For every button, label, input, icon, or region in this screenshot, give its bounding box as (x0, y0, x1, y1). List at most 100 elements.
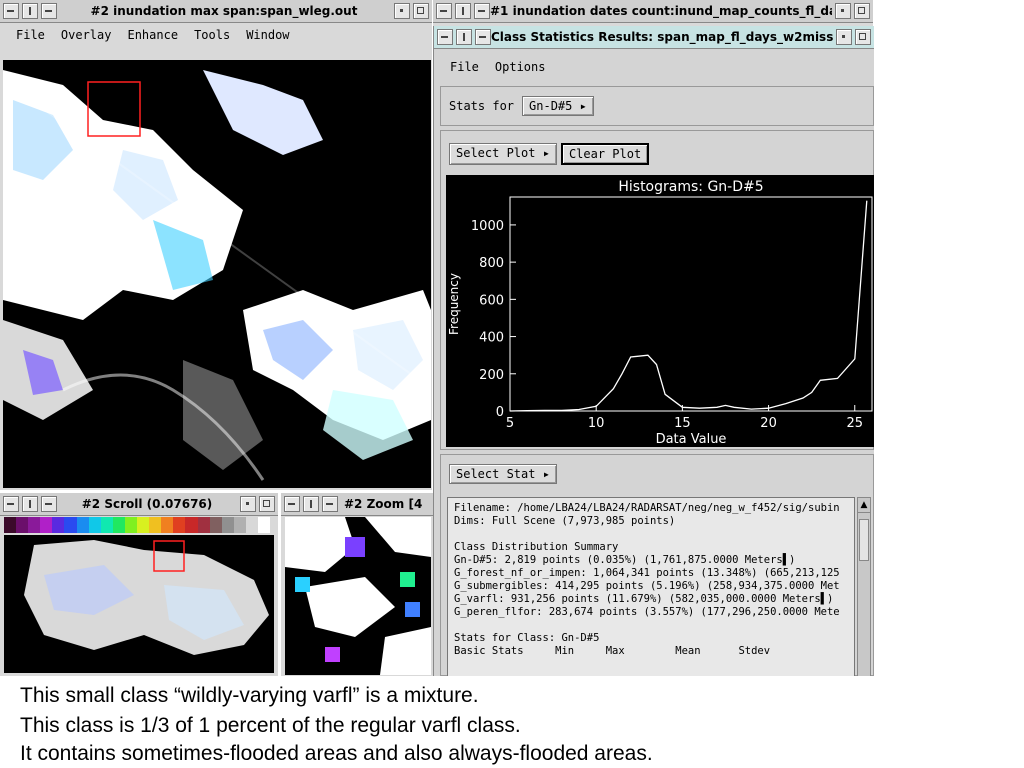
stats-text-line (454, 619, 848, 632)
window-menu-icon[interactable] (437, 29, 453, 45)
inundation-image[interactable] (3, 60, 431, 488)
caret-right-icon: ▸ (535, 467, 550, 481)
chart-title: Histograms: Gn-D#5 (618, 179, 763, 195)
color-legend-swatch (185, 517, 198, 533)
maximize-icon[interactable] (855, 29, 871, 45)
maximize-icon[interactable] (854, 3, 870, 19)
y-axis-label: Frequency (447, 273, 461, 335)
shade-icon[interactable] (41, 496, 57, 512)
pin-icon[interactable] (455, 3, 471, 19)
color-legend-swatch (124, 517, 138, 533)
color-legend-swatch (40, 517, 53, 533)
maximize-icon[interactable] (413, 3, 429, 19)
color-legend-swatch (209, 517, 222, 533)
minimize-icon[interactable] (240, 496, 256, 512)
scroll-overview-image[interactable] (4, 535, 274, 673)
menu-window[interactable]: Window (238, 28, 297, 42)
main-image-window: #2 inundation max span:span_wleg.out Fil… (0, 0, 432, 490)
color-legend-swatch (76, 517, 89, 533)
zoom-titlebar[interactable]: #2 Zoom [4 (281, 493, 433, 516)
window-menu-icon[interactable] (3, 496, 19, 512)
select-stat-label: Select Stat (456, 467, 536, 481)
color-legend-swatch (257, 517, 271, 533)
color-legend-swatch (137, 517, 150, 533)
select-plot-label: Select Plot (456, 146, 536, 160)
minimize-icon[interactable] (835, 3, 851, 19)
menu-enhance[interactable]: Enhance (119, 28, 186, 42)
zoom-image-svg (285, 517, 431, 675)
pin-icon[interactable] (22, 496, 38, 512)
window-title: #2 Scroll (0.07676) (81, 497, 213, 511)
window-menu-icon[interactable] (284, 496, 300, 512)
pin-icon[interactable] (22, 3, 38, 19)
color-legend-swatch (88, 517, 101, 533)
color-legend-swatch (52, 517, 65, 533)
color-legend-swatch (4, 517, 17, 533)
y-tick-label: 600 (479, 293, 504, 308)
y-tick-label: 0 (496, 405, 504, 420)
class-stats-titlebar[interactable]: Class Statistics Results: span_map_fl_da… (434, 26, 874, 49)
dates-image-titlebar[interactable]: #1 inundation dates count:inund_map_coun… (433, 0, 873, 23)
zoom-window: #2 Zoom [4 (281, 493, 433, 676)
stats-text-line: G_submergibles: 414,295 points (5.196%) … (454, 580, 840, 592)
window-menu-icon[interactable] (3, 3, 19, 19)
pin-icon[interactable] (456, 29, 472, 45)
shade-icon[interactable] (474, 3, 490, 19)
x-tick-label: 20 (760, 416, 777, 431)
zoom-image[interactable] (285, 517, 431, 675)
caption-line-2: This class is 1/3 of 1 percent of the re… (20, 714, 521, 737)
menu-tools[interactable]: Tools (186, 28, 238, 42)
minimize-icon[interactable] (394, 3, 410, 19)
maximize-icon[interactable] (259, 496, 275, 512)
window-menu-icon[interactable] (436, 3, 452, 19)
clear-plot-button[interactable]: Clear Plot (560, 143, 650, 165)
stats-text-line: G_forest_nf_or_impen: 1,064,341 points (… (454, 567, 840, 579)
stats-text-line: G_varfl: 931,256 points (11.679%) (582,0… (454, 593, 834, 605)
color-legend-swatch (173, 517, 186, 533)
stats-text-line: Dims: Full Scene (7,973,985 points) (454, 515, 676, 527)
x-tick-label: 10 (588, 416, 605, 431)
select-plot-button[interactable]: Select Plot ▸ (449, 143, 557, 165)
x-tick-label: 5 (506, 416, 514, 431)
caret-right-icon: ▸ (572, 99, 587, 113)
scroll-titlebar[interactable]: #2 Scroll (0.07676) (0, 493, 278, 516)
window-title: #2 Zoom [4 (344, 497, 423, 511)
stats-text-line: Class Distribution Summary (454, 541, 619, 553)
select-stat-button[interactable]: Select Stat ▸ (449, 464, 557, 484)
stats-scrollbar[interactable]: ▲ (857, 497, 871, 676)
color-legend-swatch (64, 517, 77, 533)
menu-options[interactable]: Options (487, 60, 554, 74)
scroll-overview-svg (4, 535, 274, 673)
minimize-icon[interactable] (836, 29, 852, 45)
shade-icon[interactable] (41, 3, 57, 19)
menu-overlay[interactable]: Overlay (53, 28, 120, 42)
stats-text-line: Gn-D#5: 2,819 points (0.035%) (1,761,875… (454, 554, 796, 566)
scroll-thumb[interactable] (859, 519, 869, 561)
class-stats-window: Class Statistics Results: span_map_fl_da… (433, 26, 874, 676)
stats-for-dropdown[interactable]: Gn-D#5 ▸ (522, 96, 594, 116)
stats-for-value: Gn-D#5 (529, 99, 573, 113)
y-tick-label: 200 (479, 368, 504, 383)
stats-text-line: Filename: /home/LBA24/LBA24/RADARSAT/neg… (454, 502, 840, 514)
menu-file[interactable]: File (8, 28, 53, 42)
stats-text-line: Basic Stats Min Max Mean Stdev (454, 645, 771, 657)
shade-icon[interactable] (322, 496, 338, 512)
stats-text-panel: Select Stat ▸ Filename: /home/LBA24/LBA2… (440, 454, 874, 676)
main-image-titlebar[interactable]: #2 inundation max span:span_wleg.out (0, 0, 432, 23)
color-legend-swatch (100, 517, 113, 533)
color-legend-swatch (161, 517, 174, 533)
color-legend-swatch (149, 517, 162, 533)
y-tick-label: 1000 (471, 219, 504, 234)
caret-right-icon: ▸ (535, 146, 550, 160)
stats-text-line: Stats for Class: Gn-D#5 (454, 632, 600, 644)
scroll-window: #2 Scroll (0.07676) (0, 493, 278, 676)
color-legend-swatch (221, 517, 234, 533)
x-tick-label: 15 (674, 416, 691, 431)
y-tick-label: 800 (479, 256, 504, 271)
shade-icon[interactable] (475, 29, 491, 45)
stats-textarea[interactable]: Filename: /home/LBA24/LBA24/RADARSAT/neg… (447, 497, 855, 676)
inundation-image-svg (3, 60, 431, 488)
pin-icon[interactable] (303, 496, 319, 512)
menu-file[interactable]: File (442, 60, 487, 74)
scroll-up-arrow-icon[interactable]: ▲ (858, 498, 870, 513)
